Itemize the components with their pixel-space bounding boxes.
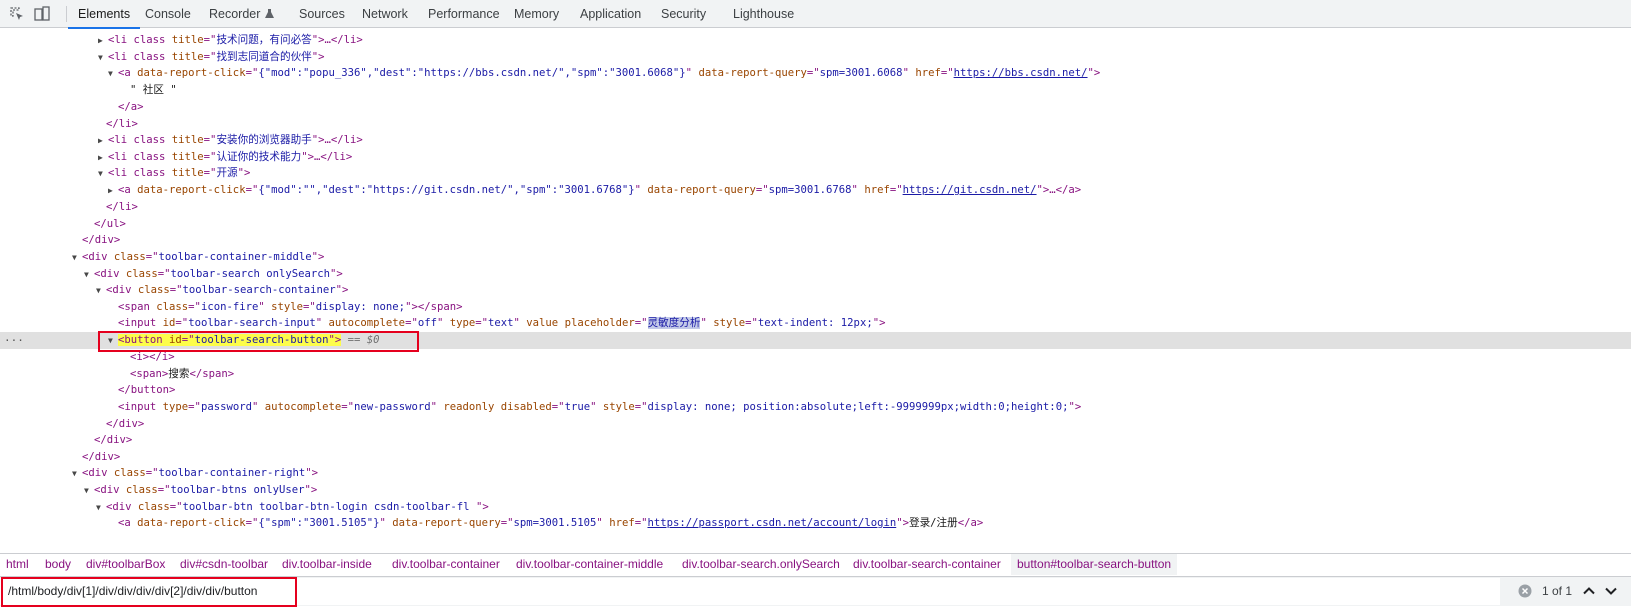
tree-node[interactable]: <a data-report-click="{"spm":"3001.5105"… <box>0 515 1631 532</box>
more-options-ellipsis[interactable]: ··· <box>4 332 24 349</box>
tree-node[interactable]: </div> <box>0 232 1631 249</box>
tree-node[interactable]: ▼ <li class title="开源"> <box>0 165 1631 182</box>
find-bar: /html/body/div[1]/div/div/div/div[2]/div… <box>0 576 1631 607</box>
tree-node[interactable]: ▶ <li class title="认证你的技术能力">…</li> <box>0 149 1631 166</box>
breadcrumb-item[interactable]: div#toolbarBox <box>86 554 165 575</box>
breadcrumb-item[interactable]: div.toolbar-inside <box>282 554 372 575</box>
toolbar-divider <box>66 6 67 22</box>
match-count: 1 of 1 <box>1542 584 1573 598</box>
breadcrumb-item[interactable]: div.toolbar-search-container <box>853 554 1001 575</box>
breadcrumb-item[interactable]: div#csdn-toolbar <box>180 554 268 575</box>
breadcrumb-item[interactable]: div.toolbar-container-middle <box>516 554 663 575</box>
tab-memory[interactable]: Memory <box>514 0 559 28</box>
tab-lighthouse[interactable]: Lighthouse <box>733 0 794 28</box>
annotation-red-box-search <box>1 577 297 607</box>
clear-icon[interactable] <box>1518 584 1532 598</box>
elements-tree: ▶ <li class title="技术问题，有问必答">…</li> ▼ <li… <box>0 29 1631 549</box>
tree-node[interactable]: ▼ <div class="toolbar-btns onlyUser"> <box>0 482 1631 499</box>
chevron-down-icon[interactable] <box>1601 581 1621 601</box>
breadcrumb-item[interactable]: body <box>45 554 71 575</box>
tree-node[interactable]: ▼ <a data-report-click="{"mod":"popu_336"… <box>0 65 1631 82</box>
tree-node[interactable]: ▼ <div class="toolbar-search onlySearch"> <box>0 266 1631 283</box>
breadcrumb-item-current[interactable]: button#toolbar-search-button <box>1011 554 1178 575</box>
inspect-icon[interactable] <box>9 6 25 22</box>
tree-node[interactable]: </div> <box>0 416 1631 433</box>
tab-performance[interactable]: Performance <box>428 0 500 28</box>
login-link[interactable]: https://passport.csdn.net/account/login <box>647 517 896 529</box>
annotation-red-box-selected-node <box>98 331 419 352</box>
flask-icon <box>264 9 274 18</box>
devtools-tab-bar: Elements Console Recorder Sources Networ… <box>0 0 1631 29</box>
tab-elements[interactable]: Elements <box>67 0 141 29</box>
tree-node[interactable]: ▶ <li class title="安装你的浏览器助手">…</li> <box>0 132 1631 149</box>
chevron-up-icon[interactable] <box>1579 581 1599 601</box>
tab-network[interactable]: Network <box>362 0 408 28</box>
breadcrumb-item[interactable]: div.toolbar-search.onlySearch <box>682 554 840 575</box>
tree-node[interactable]: ▶ <a data-report-click="{"mod":"","dest":… <box>0 182 1631 199</box>
tree-node[interactable]: ▼ <div class="toolbar-container-middle"> <box>0 249 1631 266</box>
tab-sources[interactable]: Sources <box>299 0 345 28</box>
tree-node[interactable]: </ul> <box>0 216 1631 233</box>
tree-node[interactable]: ▼ <div class="toolbar-search-container"> <box>0 282 1631 299</box>
tree-node[interactable]: <input id="toolbar-search-input" autocom… <box>0 315 1631 332</box>
tree-node[interactable]: ▼ <div class="toolbar-btn toolbar-btn-log… <box>0 499 1631 516</box>
tree-node[interactable]: </li> <box>0 199 1631 216</box>
tree-node[interactable]: ▼ <div class="toolbar-container-right"> <box>0 465 1631 482</box>
tab-application[interactable]: Application <box>580 0 641 28</box>
breadcrumb-item[interactable]: html <box>6 554 29 575</box>
bbs-link[interactable]: https://bbs.csdn.net/ <box>954 67 1088 79</box>
tab-recorder[interactable]: Recorder <box>209 0 274 28</box>
breadcrumb: html body div#toolbarBox div#csdn-toolba… <box>0 553 1631 575</box>
tree-node[interactable]: </button> <box>0 382 1631 399</box>
tab-recorder-label: Recorder <box>209 7 261 21</box>
tree-node[interactable]: </div> <box>0 432 1631 449</box>
breadcrumb-item[interactable]: div.toolbar-container <box>392 554 500 575</box>
tree-node[interactable]: ▶ <li class title="技术问题，有问必答">…</li> <box>0 32 1631 49</box>
tree-node[interactable]: <input type="password" autocomplete="new… <box>0 399 1631 416</box>
git-link[interactable]: https://git.csdn.net/ <box>903 184 1037 196</box>
tab-console[interactable]: Console <box>145 0 191 28</box>
tab-security[interactable]: Security <box>661 0 706 28</box>
tree-node[interactable]: </div> <box>0 449 1631 466</box>
device-toggle-icon[interactable] <box>34 6 50 22</box>
tree-node[interactable]: ▼ <li class title="找到志同道合的伙伴"> <box>0 49 1631 66</box>
tree-node[interactable]: <span class="icon-fire" style="display: … <box>0 299 1631 316</box>
tree-node[interactable]: </li> <box>0 116 1631 133</box>
tree-node[interactable]: <span>搜索</span> <box>0 366 1631 383</box>
tree-node[interactable]: </a> <box>0 99 1631 116</box>
search-match-highlight: 灵敏度分析 <box>647 317 701 329</box>
tree-text-node[interactable]: " 社区 " <box>0 82 1631 99</box>
